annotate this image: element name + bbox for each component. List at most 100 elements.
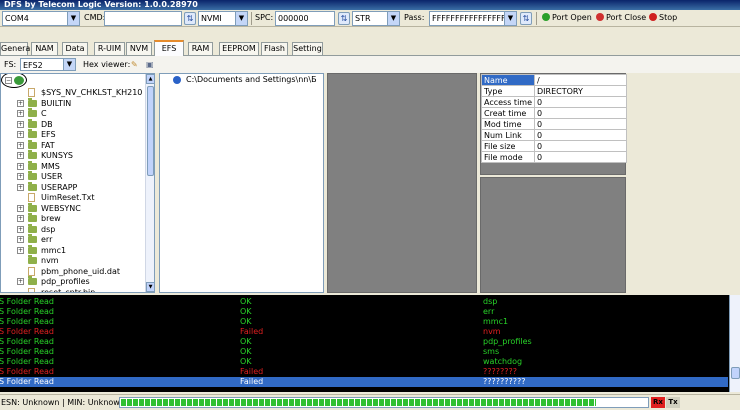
fs-select[interactable]: EFS2 ▼ [20,58,76,71]
tab-nvm[interactable]: NVM [126,42,152,55]
refresh-icon[interactable]: ⇅ [184,12,196,25]
expand-icon[interactable]: + [17,215,24,222]
tx-indicator: Tx [666,397,680,408]
expand-icon[interactable]: + [17,278,24,285]
property-row[interactable]: Num Link 0 [480,129,627,141]
tab-ram[interactable]: RAM [188,42,213,55]
log-scrollbar[interactable] [729,295,740,392]
expand-icon[interactable]: + [17,131,24,138]
file-icon [28,266,35,276]
property-value: 0 [534,118,627,130]
property-row[interactable]: File size 0 [480,140,627,152]
progress-fill [121,399,597,406]
scroll-down-icon[interactable]: ▼ [146,282,154,292]
scroll-thumb[interactable] [731,367,740,379]
expand-icon[interactable]: + [17,120,24,128]
log-row[interactable]: S Folder Read Failed???????? [0,367,728,377]
log-status: OK [240,347,252,356]
log-panel[interactable]: S Folder Read OK dsp S Folder Read OK err S Fo… [0,295,740,392]
chevron-down-icon[interactable]: ▼ [63,59,75,70]
tab-setting[interactable]: Setting [292,42,323,55]
nvmi-select[interactable]: NVMI ▼ [198,11,248,26]
expand-icon[interactable]: + [17,162,24,170]
chevron-down-icon[interactable]: ▼ [504,12,516,25]
property-value: DIRECTORY [534,85,627,97]
preview-panel[interactable] [480,177,626,293]
expand-icon[interactable]: + [17,183,24,191]
property-row[interactable]: Creat time 0 [480,107,627,119]
save-icon[interactable]: ▣ [146,58,154,73]
property-row[interactable]: Type DIRECTORY [480,85,627,97]
expand-icon[interactable]: + [17,173,24,180]
log-item: dsp [483,297,498,306]
toolbar-separator [536,12,537,25]
expand-icon[interactable]: + [17,110,24,117]
scroll-up-icon[interactable]: ▲ [146,74,154,84]
path-panel[interactable]: C:\Documents and Settings\nn\Б [159,73,324,293]
hex-viewer-panel[interactable] [327,73,477,293]
expand-icon[interactable]: + [17,141,24,149]
log-row[interactable]: S Folder Read OK err [0,307,728,317]
pencil-icon[interactable]: ✎ [131,58,138,73]
folder-icon [28,276,37,285]
tree-item-label: DB [41,119,53,129]
refresh-icon[interactable]: ⇅ [520,12,532,25]
refresh-icon[interactable]: ⇅ [338,12,350,25]
property-row[interactable]: File mode 0 [480,151,627,163]
stop-button[interactable]: Stop [649,11,677,26]
expand-icon[interactable]: + [17,204,24,212]
esn-min-status: ESN: Unknown | MIN: Unknown [1,398,125,407]
pass-select[interactable]: FFFFFFFFFFFFFFFF ▼ [429,11,517,26]
tab-data[interactable]: Data [62,42,88,55]
chevron-down-icon[interactable]: ▼ [235,12,247,25]
log-row[interactable]: S Folder Read Failed nvm [0,327,728,337]
port-close-button[interactable]: Port Close [596,11,646,26]
log-row[interactable]: S Folder Read OK sms [0,347,728,357]
log-item: ?????????? [483,377,526,386]
property-key: File size [480,140,536,152]
log-row[interactable]: S Folder Read OK watchdog [0,357,728,367]
tree-item-label: EFS [41,130,56,139]
property-key: Access time [480,96,536,108]
file-tree[interactable]: − $SYS_NV_CHKLST_KH210 + BUILTIN + C + DB + EFS +… [0,73,155,293]
tab-r-uim[interactable]: R-UIM [94,42,125,55]
property-key: Creat time [480,107,536,119]
str-select[interactable]: STR ▼ [352,11,400,26]
tab-nam[interactable]: NAM [31,42,58,55]
unplug-icon [596,13,604,21]
port-open-button[interactable]: Port Open [542,11,592,26]
progress-bar [119,397,649,408]
property-key: Type [480,85,536,97]
log-row[interactable]: S Folder Read OK mmc1 [0,317,728,327]
spc-label: SPC: [255,13,274,22]
com-port-select[interactable]: COM4 ▼ [2,11,80,26]
expand-icon[interactable]: + [17,99,24,107]
cmd-label: CMD: [84,13,106,22]
chevron-down-icon[interactable]: ▼ [387,12,399,25]
property-row[interactable]: Mod time 0 [480,118,627,130]
log-row[interactable]: S Folder Read Failed?????????? [0,377,728,387]
chevron-down-icon[interactable]: ▼ [67,12,79,25]
tab-efs[interactable]: EFS [154,40,184,56]
tab-eeprom[interactable]: EEPROM [219,42,259,55]
log-action: S Folder Read [0,297,54,306]
tab-general[interactable]: General [0,42,33,55]
tree-scrollbar[interactable]: ▲ ▼ [145,74,154,292]
property-row[interactable]: Name / [480,74,627,86]
window-title: DFS by Telecom Logic Version: 1.0.0.2897… [0,0,740,10]
log-action: S Folder Read [0,327,54,336]
properties-table: Name / Type DIRECTORY Access time 0 Creat time… [480,74,627,163]
cmd-input[interactable] [104,11,182,26]
log-item: ???????? [483,367,517,376]
log-row[interactable]: S Folder Read OK pdp_profiles [0,337,728,347]
property-row[interactable]: Access time 0 [480,96,627,108]
expand-icon[interactable]: + [17,225,24,233]
com-port-value: COM4 [5,14,29,23]
scroll-thumb[interactable] [147,86,154,176]
tab-flash[interactable]: Flash [261,42,288,55]
log-row[interactable]: S Folder Read OK dsp [0,297,728,307]
expand-icon[interactable]: + [17,152,24,159]
expand-icon[interactable]: + [17,246,24,254]
expand-icon[interactable]: + [17,236,24,243]
spc-input[interactable]: 000000 [275,11,335,26]
